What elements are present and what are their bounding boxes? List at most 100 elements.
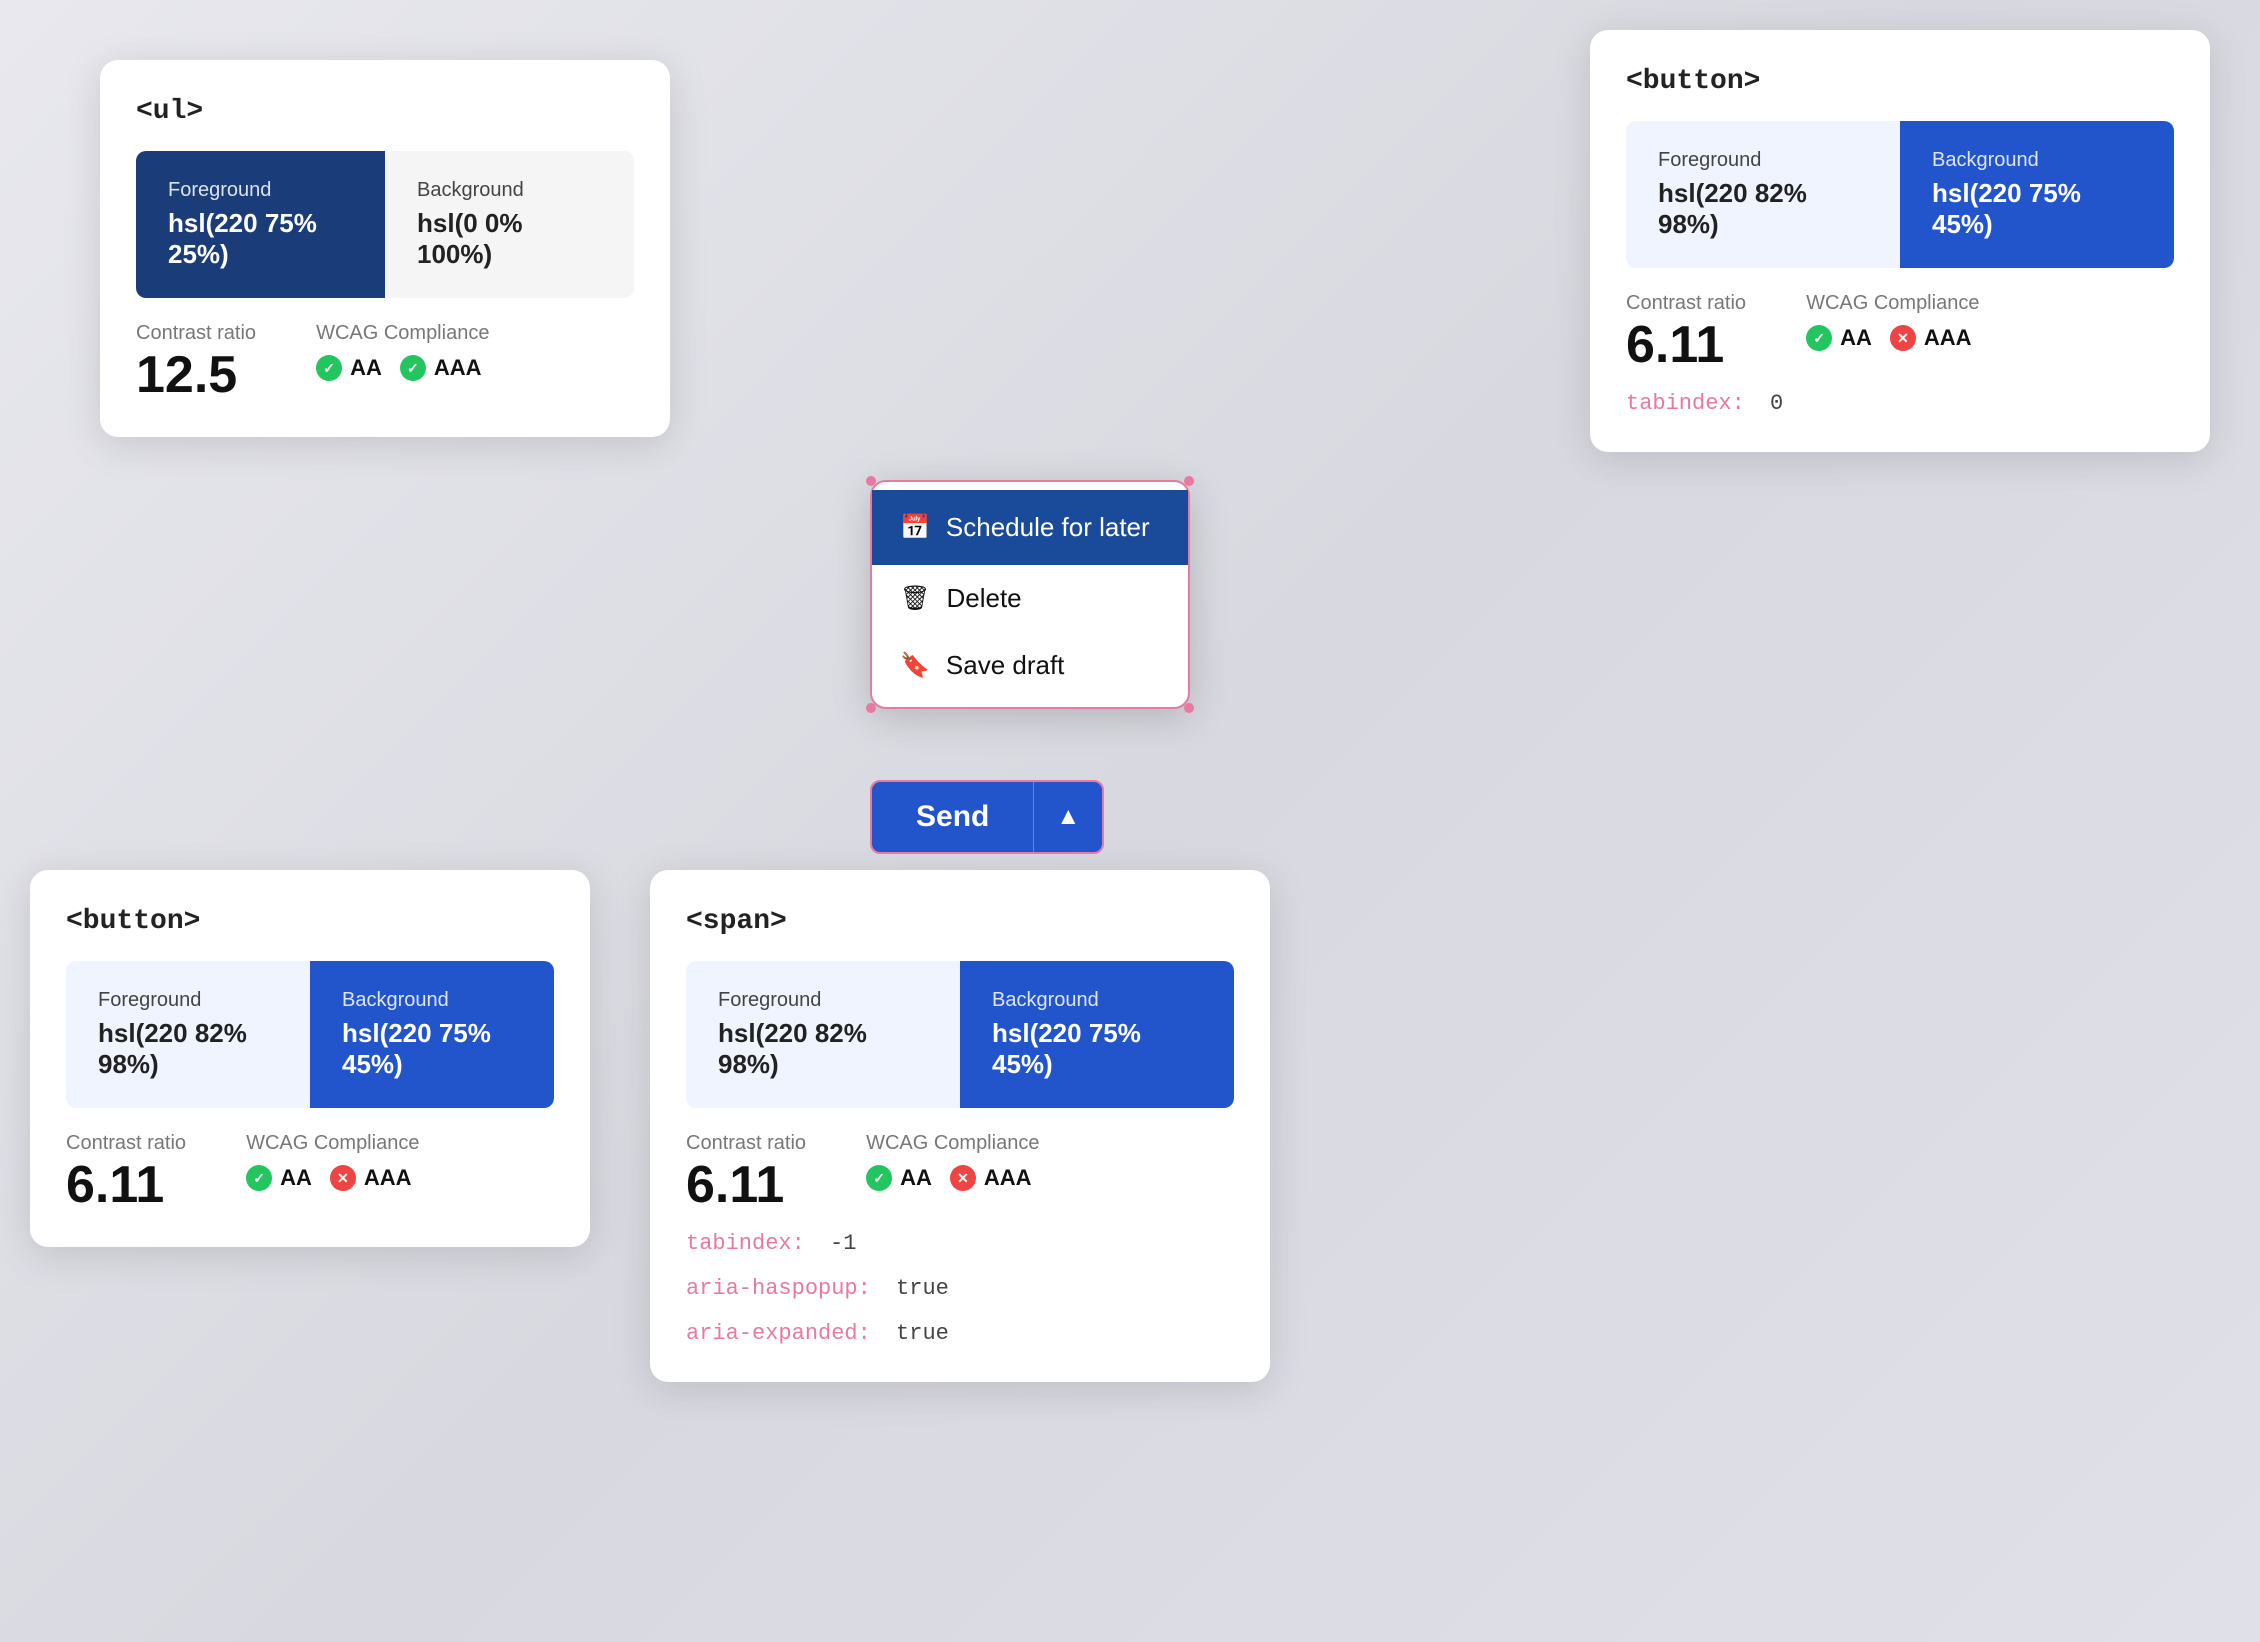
button-top-bg-value: hsl(220 75% 45%) — [1932, 178, 2142, 240]
button-card-bottom-title: <button> — [66, 906, 554, 937]
button-top-tabindex: tabindex: 0 — [1626, 391, 2174, 416]
button-card-top-title: <button> — [1626, 66, 2174, 97]
button-card-bottom: <button> Foreground hsl(220 82% 98%) Bac… — [30, 870, 590, 1247]
button-top-contrast-value: 6.11 — [1626, 319, 1746, 371]
corner-dot-tl — [866, 476, 876, 486]
send-chevron-button[interactable]: ▲ — [1033, 782, 1102, 852]
ul-contrast-value: 12.5 — [136, 349, 256, 401]
span-bg-label: Background — [992, 989, 1202, 1012]
ul-card-title: <ul> — [136, 96, 634, 127]
ul-wcag-label: WCAG Compliance — [316, 322, 489, 345]
button-bottom-contrast-label: Contrast ratio — [66, 1132, 186, 1155]
button-bottom-aaa-badge: ✕ AAA — [330, 1165, 412, 1191]
dropdown-item-schedule[interactable]: 📅 Schedule for later — [872, 490, 1188, 565]
send-corner-dot-br — [1098, 848, 1104, 854]
button-top-swatches: Foreground hsl(220 82% 98%) Background h… — [1626, 121, 2174, 268]
delete-label: Delete — [946, 583, 1021, 614]
span-swatches: Foreground hsl(220 82% 98%) Background h… — [686, 961, 1234, 1108]
ul-bg-swatch: Background hsl(0 0% 100%) — [385, 151, 634, 298]
bookmark-icon: 🔖 — [900, 651, 930, 680]
dropdown-item-save-draft[interactable]: 🔖 Save draft — [872, 632, 1188, 699]
span-bg-value: hsl(220 75% 45%) — [992, 1018, 1202, 1080]
button-bottom-swatches: Foreground hsl(220 82% 98%) Background h… — [66, 961, 554, 1108]
span-aa-badge: ✓ AA — [866, 1165, 932, 1191]
send-button[interactable]: Send — [872, 782, 1033, 852]
ul-aaa-check-icon: ✓ — [400, 355, 426, 381]
button-top-contrast-group: Contrast ratio 6.11 — [1626, 292, 1746, 371]
schedule-label: Schedule for later — [946, 512, 1150, 543]
button-bottom-bg-value: hsl(220 75% 45%) — [342, 1018, 522, 1080]
ul-contrast-group: Contrast ratio 12.5 — [136, 322, 256, 401]
span-fg-label: Foreground — [718, 989, 928, 1012]
button-bottom-aaa-icon: ✕ — [330, 1165, 356, 1191]
span-tabindex: tabindex: -1 — [686, 1231, 1234, 1256]
button-top-aa-badge: ✓ AA — [1806, 325, 1872, 351]
button-bottom-wcag-group: WCAG Compliance ✓ AA ✕ AAA — [246, 1132, 419, 1191]
button-top-wcag-group: WCAG Compliance ✓ AA ✕ AAA — [1806, 292, 1979, 351]
ul-card: <ul> Foreground hsl(220 75% 25%) Backgro… — [100, 60, 670, 437]
button-top-bg-label: Background — [1932, 149, 2142, 172]
span-aaa-badge: ✕ AAA — [950, 1165, 1032, 1191]
button-bottom-stats: Contrast ratio 6.11 WCAG Compliance ✓ AA… — [66, 1132, 554, 1211]
span-contrast-group: Contrast ratio 6.11 — [686, 1132, 806, 1211]
span-aria-haspopup-val: true — [896, 1276, 949, 1301]
button-bottom-wcag-badges: ✓ AA ✕ AAA — [246, 1165, 419, 1191]
button-top-tabindex-val: 0 — [1770, 391, 1783, 416]
button-top-aa-icon: ✓ — [1806, 325, 1832, 351]
span-aria-haspopup: aria-haspopup: true — [686, 1276, 1234, 1301]
span-aa-icon: ✓ — [866, 1165, 892, 1191]
span-fg-value: hsl(220 82% 98%) — [718, 1018, 928, 1080]
ul-wcag-badges: ✓ AA ✓ AAA — [316, 355, 489, 381]
span-contrast-value: 6.11 — [686, 1159, 806, 1211]
ul-aa-badge: ✓ AA — [316, 355, 382, 381]
span-wcag-label: WCAG Compliance — [866, 1132, 1039, 1155]
span-aria-haspopup-key: aria-haspopup: — [686, 1276, 871, 1301]
span-fg-swatch: Foreground hsl(220 82% 98%) — [686, 961, 960, 1108]
button-top-stats: Contrast ratio 6.11 WCAG Compliance ✓ AA… — [1626, 292, 2174, 371]
ul-fg-swatch: Foreground hsl(220 75% 25%) — [136, 151, 385, 298]
button-bottom-contrast-value: 6.11 — [66, 1159, 186, 1211]
button-top-aaa-badge: ✕ AAA — [1890, 325, 1972, 351]
button-top-bg-swatch: Background hsl(220 75% 45%) — [1900, 121, 2174, 268]
corner-dot-br — [1184, 703, 1194, 713]
span-stats: Contrast ratio 6.11 WCAG Compliance ✓ AA… — [686, 1132, 1234, 1211]
span-aaa-icon: ✕ — [950, 1165, 976, 1191]
ul-wcag-group: WCAG Compliance ✓ AA ✓ AAA — [316, 322, 489, 381]
span-aria-expanded-val: true — [896, 1321, 949, 1346]
corner-dot-tr — [1184, 476, 1194, 486]
span-aria-expanded-key: aria-expanded: — [686, 1321, 871, 1346]
button-top-tabindex-key: tabindex: — [1626, 391, 1745, 416]
ul-aa-check-icon: ✓ — [316, 355, 342, 381]
save-draft-label: Save draft — [946, 650, 1065, 681]
send-button-group[interactable]: Send ▲ — [870, 780, 1104, 854]
button-bottom-bg-swatch: Background hsl(220 75% 45%) — [310, 961, 554, 1108]
calendar-icon: 📅 — [900, 513, 930, 542]
ul-aaa-badge: ✓ AAA — [400, 355, 482, 381]
button-top-aaa-icon: ✕ — [1890, 325, 1916, 351]
button-top-wcag-badges: ✓ AA ✕ AAA — [1806, 325, 1979, 351]
button-top-contrast-label: Contrast ratio — [1626, 292, 1746, 315]
span-tabindex-val: -1 — [830, 1231, 856, 1256]
ul-bg-value: hsl(0 0% 100%) — [417, 208, 602, 270]
trash-icon: 🗑 — [900, 584, 930, 613]
ul-fg-label: Foreground — [168, 179, 353, 202]
dropdown-menu: 📅 Schedule for later 🗑 Delete 🔖 Save dra… — [870, 480, 1190, 709]
ul-card-stats: Contrast ratio 12.5 WCAG Compliance ✓ AA… — [136, 322, 634, 401]
corner-dot-bl — [866, 703, 876, 713]
span-bg-swatch: Background hsl(220 75% 45%) — [960, 961, 1234, 1108]
span-card: <span> Foreground hsl(220 82% 98%) Backg… — [650, 870, 1270, 1382]
button-bottom-wcag-label: WCAG Compliance — [246, 1132, 419, 1155]
button-bottom-fg-swatch: Foreground hsl(220 82% 98%) — [66, 961, 310, 1108]
ul-color-swatches: Foreground hsl(220 75% 25%) Background h… — [136, 151, 634, 298]
span-wcag-group: WCAG Compliance ✓ AA ✕ AAA — [866, 1132, 1039, 1191]
button-top-fg-label: Foreground — [1658, 149, 1868, 172]
button-bottom-fg-value: hsl(220 82% 98%) — [98, 1018, 278, 1080]
ul-contrast-label: Contrast ratio — [136, 322, 256, 345]
ul-bg-label: Background — [417, 179, 602, 202]
button-top-fg-value: hsl(220 82% 98%) — [1658, 178, 1868, 240]
ul-fg-value: hsl(220 75% 25%) — [168, 208, 353, 270]
dropdown-item-delete[interactable]: 🗑 Delete — [872, 565, 1188, 632]
span-wcag-badges: ✓ AA ✕ AAA — [866, 1165, 1039, 1191]
span-contrast-label: Contrast ratio — [686, 1132, 806, 1155]
button-card-top: <button> Foreground hsl(220 82% 98%) Bac… — [1590, 30, 2210, 452]
